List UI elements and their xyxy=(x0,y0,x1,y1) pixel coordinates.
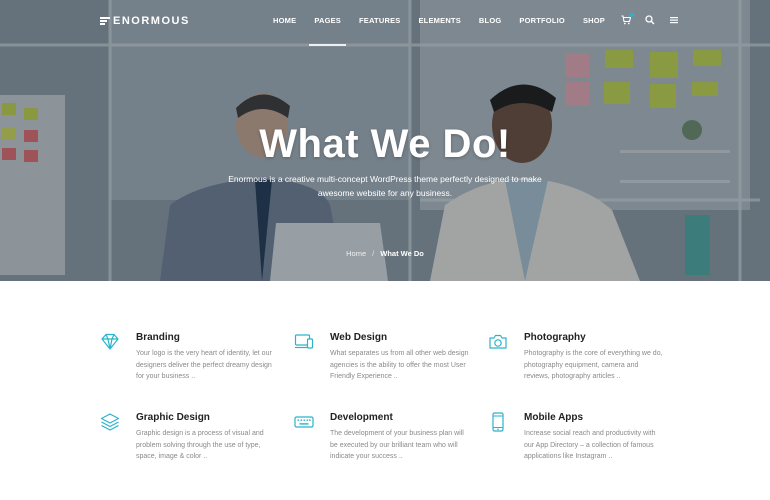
service-title: Graphic Design xyxy=(136,412,210,423)
nav-icons xyxy=(621,13,679,26)
breadcrumb: Home / What We Do xyxy=(0,249,770,258)
service-description: The development of your business plan wi… xyxy=(330,430,464,460)
mobile-icon xyxy=(492,412,504,432)
diamond-icon xyxy=(101,333,119,350)
service-title: Photography xyxy=(524,332,586,343)
hero-subtitle: Enormous is a creative multi-concept Wor… xyxy=(228,174,542,198)
layers-icon xyxy=(100,413,120,431)
nav-item-pages[interactable]: PAGES xyxy=(309,16,346,46)
search-icon[interactable] xyxy=(645,14,655,26)
nav-item-home[interactable]: HOME xyxy=(273,16,296,25)
service-description: Photography is the core of everything we… xyxy=(524,350,663,380)
nav-item-elements[interactable]: ELEMENTS xyxy=(418,16,460,25)
top-navbar: ENORMOUS HOME PAGES FEATURES ELEMENTS BL… xyxy=(0,0,770,46)
camera-icon xyxy=(489,334,507,349)
service-title: Web Design xyxy=(330,332,388,343)
brand-name: ENORMOUS xyxy=(113,15,190,27)
service-description: Graphic design is a process of visual an… xyxy=(136,430,264,460)
nav-item-features[interactable]: FEATURES xyxy=(359,16,400,25)
page-title: What We Do! xyxy=(259,122,511,166)
main-nav: HOME PAGES FEATURES ELEMENTS BLOG PORTFO… xyxy=(273,16,623,46)
devices-icon xyxy=(294,334,314,349)
service-description: Your logo is the very heart of identity,… xyxy=(136,350,272,380)
services-section: Branding Your logo is the very heart of … xyxy=(0,281,770,500)
service-description: What separates us from all other web des… xyxy=(330,350,469,380)
hero-section: ENORMOUS HOME PAGES FEATURES ELEMENTS BL… xyxy=(0,0,770,281)
breadcrumb-current: What We Do xyxy=(380,249,424,258)
breadcrumb-home-link[interactable]: Home xyxy=(346,249,366,258)
logo-bars-icon xyxy=(100,16,110,26)
nav-item-shop[interactable]: SHOP xyxy=(583,16,605,25)
keyboard-icon xyxy=(294,416,314,428)
service-title: Mobile Apps xyxy=(524,412,584,423)
service-title: Branding xyxy=(136,332,180,343)
cart-badge-dot xyxy=(630,13,634,17)
service-title: Development xyxy=(330,412,393,423)
nav-item-blog[interactable]: BLOG xyxy=(479,16,501,25)
breadcrumb-separator: / xyxy=(372,249,375,258)
service-description: Increase social reach and productivity w… xyxy=(524,430,656,460)
nav-item-portfolio[interactable]: PORTFOLIO xyxy=(519,16,565,25)
menu-icon[interactable] xyxy=(669,14,679,26)
brand-logo[interactable]: ENORMOUS xyxy=(100,15,190,27)
cart-icon[interactable] xyxy=(621,13,634,26)
